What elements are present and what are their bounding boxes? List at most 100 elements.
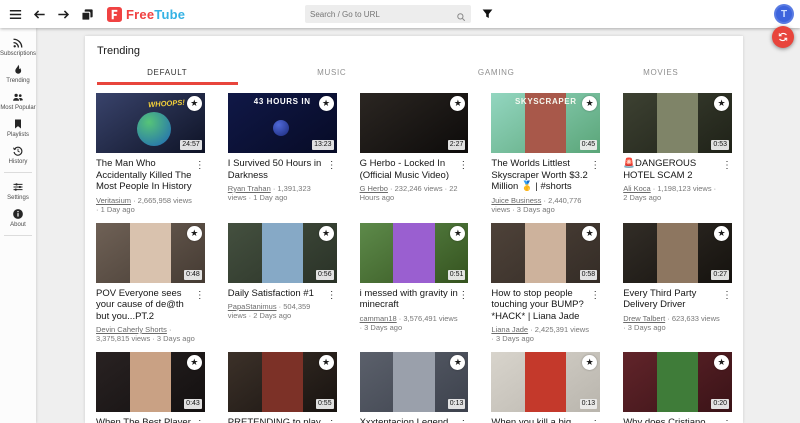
video-thumbnail[interactable]: ★0:43 xyxy=(96,352,205,412)
kebab-menu-icon[interactable]: ⋮ xyxy=(327,160,337,202)
kebab-menu-icon[interactable]: ⋮ xyxy=(327,419,337,423)
video-thumbnail[interactable]: ★0:55 xyxy=(228,352,337,412)
channel-link[interactable]: Ryan Trahan xyxy=(228,184,271,193)
save-star-button[interactable]: ★ xyxy=(450,355,465,370)
hamburger-menu-icon[interactable] xyxy=(8,7,23,22)
sidebar-item-trending[interactable]: Trending xyxy=(0,60,36,87)
save-star-button[interactable]: ★ xyxy=(714,96,729,111)
video-thumbnail[interactable]: 43 HOURS IN★13:23 xyxy=(228,93,337,153)
video-card: 43 HOURS IN★13:23 I Survived 50 Hours in … xyxy=(228,93,337,214)
new-window-icon[interactable] xyxy=(80,7,95,22)
video-thumbnail[interactable]: ★0:20 xyxy=(623,352,732,412)
kebab-menu-icon[interactable]: ⋮ xyxy=(458,290,468,332)
video-thumbnail[interactable]: ★0:51 xyxy=(360,223,469,283)
video-title[interactable]: When The Best Player Hops On... xyxy=(96,417,195,423)
back-arrow-icon[interactable] xyxy=(32,7,47,22)
kebab-menu-icon[interactable]: ⋮ xyxy=(195,290,205,344)
channel-link[interactable]: Veritasium xyxy=(96,196,131,205)
video-thumbnail[interactable]: SKYSCRAPER★0:45 xyxy=(491,93,600,153)
filter-funnel-icon[interactable] xyxy=(481,7,494,20)
video-title[interactable]: I Survived 50 Hours in Darkness xyxy=(228,158,327,181)
video-title[interactable]: Every Third Party Delivery Driver xyxy=(623,288,722,311)
search-input[interactable] xyxy=(310,10,456,19)
kebab-menu-icon[interactable]: ⋮ xyxy=(590,419,600,423)
video-title[interactable]: i messed with gravity in minecraft xyxy=(360,288,459,311)
tab-default[interactable]: DEFAULT xyxy=(85,62,250,85)
refresh-button[interactable] xyxy=(772,26,794,48)
forward-arrow-icon[interactable] xyxy=(56,7,71,22)
save-star-button[interactable]: ★ xyxy=(714,226,729,241)
sidebar-item-history[interactable]: History xyxy=(0,141,36,168)
video-title[interactable]: How to stop people touching your BUMP? *… xyxy=(491,288,590,323)
save-star-button[interactable]: ★ xyxy=(187,226,202,241)
save-star-button[interactable]: ★ xyxy=(582,96,597,111)
sidebar-item-settings[interactable]: Settings xyxy=(0,177,36,204)
kebab-menu-icon[interactable]: ⋮ xyxy=(195,419,205,423)
video-title[interactable]: When you kill a big spider on the wall 😅 xyxy=(491,417,590,423)
save-star-button[interactable]: ★ xyxy=(187,96,202,111)
thumb-center-strip xyxy=(393,352,434,412)
save-star-button[interactable]: ★ xyxy=(582,355,597,370)
search-icon[interactable] xyxy=(456,9,466,19)
video-thumbnail[interactable]: ★0:58 xyxy=(491,223,600,283)
save-star-button[interactable]: ★ xyxy=(450,226,465,241)
channel-link[interactable]: Drew Talbert xyxy=(623,314,665,323)
tab-music[interactable]: MUSIC xyxy=(250,62,415,85)
channel-link[interactable]: camman18 xyxy=(360,314,397,323)
channel-link[interactable]: Liana Jade xyxy=(491,325,528,334)
save-star-button[interactable]: ★ xyxy=(319,96,334,111)
save-star-button[interactable]: ★ xyxy=(450,96,465,111)
kebab-menu-icon[interactable]: ⋮ xyxy=(458,160,468,202)
tab-label: GAMING xyxy=(478,68,515,77)
kebab-menu-icon[interactable]: ⋮ xyxy=(327,290,337,321)
profile-avatar[interactable]: T xyxy=(774,4,794,24)
save-star-button[interactable]: ★ xyxy=(714,355,729,370)
tab-gaming[interactable]: GAMING xyxy=(414,62,579,85)
channel-link[interactable]: Devin Caherly Shorts xyxy=(96,325,167,334)
channel-link[interactable]: PapaStanimus xyxy=(228,302,277,311)
video-title[interactable]: The Worlds Littlest Skyscraper Worth $3.… xyxy=(491,158,590,193)
video-title[interactable]: G Herbo - Locked In (Official Music Vide… xyxy=(360,158,459,181)
channel-link[interactable]: Juice Business xyxy=(491,196,541,205)
video-thumbnail[interactable]: ★0:13 xyxy=(491,352,600,412)
video-title[interactable]: Why does Cristiano Ronaldo refuse to get… xyxy=(623,417,722,423)
channel-link[interactable]: Ali Koca xyxy=(623,184,651,193)
freetube-logo[interactable]: FreeTube xyxy=(107,7,185,22)
video-title[interactable]: The Man Who Accidentally Killed The Most… xyxy=(96,158,195,193)
search-bar[interactable] xyxy=(305,5,471,23)
tab-movies[interactable]: MOVIES xyxy=(579,62,744,85)
video-thumbnail[interactable]: ★ 0:48 xyxy=(96,223,205,283)
kebab-menu-icon[interactable]: ⋮ xyxy=(195,160,205,214)
video-thumbnail[interactable]: WHOOPS!★24:57 xyxy=(96,93,205,153)
video-thumbnail[interactable]: ★0:27 xyxy=(623,223,732,283)
kebab-menu-icon[interactable]: ⋮ xyxy=(722,290,732,332)
video-title[interactable]: Daily Satisfaction #1 xyxy=(228,288,327,300)
sidebar-item-label: History xyxy=(9,159,28,165)
kebab-menu-icon[interactable]: ⋮ xyxy=(722,419,732,423)
sidebar-item-subscriptions[interactable]: Subscriptions xyxy=(0,33,36,60)
video-thumbnail[interactable]: ★0:13 xyxy=(360,352,469,412)
thumb-orb xyxy=(137,112,171,146)
video-title[interactable]: 🚨DANGEROUS HOTEL SCAM 2 xyxy=(623,158,722,181)
save-star-button[interactable]: ★ xyxy=(582,226,597,241)
sidebar-item-playlists[interactable]: Playlists xyxy=(0,114,36,141)
save-star-button[interactable]: ★ xyxy=(319,355,334,370)
save-star-button[interactable]: ★ xyxy=(187,355,202,370)
sidebar-item-most-popular[interactable]: Most Popular xyxy=(0,87,36,114)
video-thumbnail[interactable]: ★0:53 xyxy=(623,93,732,153)
video-title[interactable]: PRETENDING to play GUITAR for the FIRST … xyxy=(228,417,327,423)
duration-badge: 0:48 xyxy=(184,270,202,280)
channel-link[interactable]: G Herbo xyxy=(360,184,388,193)
kebab-menu-icon[interactable]: ⋮ xyxy=(722,160,732,202)
video-thumbnail[interactable]: ★0:56 xyxy=(228,223,337,283)
kebab-menu-icon[interactable]: ⋮ xyxy=(458,419,468,423)
video-title[interactable]: POV Everyone sees your cause of de@th bu… xyxy=(96,288,195,323)
sidebar-item-about[interactable]: About xyxy=(0,204,36,231)
video-title[interactable]: Xxxtentacion Legend #shorts xyxy=(360,417,459,423)
sidebar-item-label: Most Popular xyxy=(0,105,35,111)
kebab-menu-icon[interactable]: ⋮ xyxy=(590,290,600,344)
kebab-menu-icon[interactable]: ⋮ xyxy=(590,160,600,214)
video-thumbnail[interactable]: ★2:27 xyxy=(360,93,469,153)
save-star-button[interactable]: ★ xyxy=(319,226,334,241)
video-card: ★0:13 When you kill a big spider on the w… xyxy=(491,352,600,423)
